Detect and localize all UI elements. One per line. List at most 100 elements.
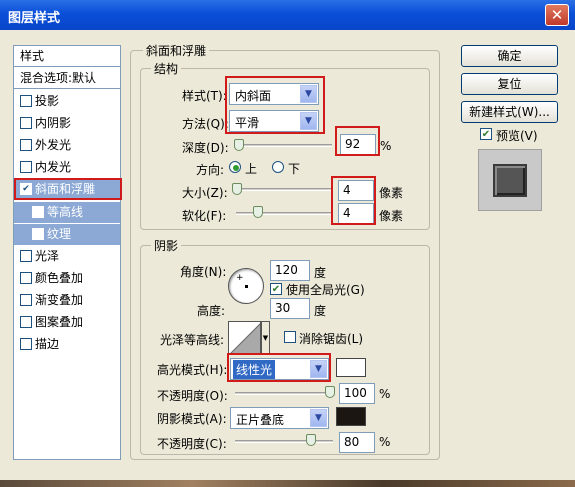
checkbox[interactable] xyxy=(20,249,32,262)
highlight-opacity-unit: % xyxy=(379,387,391,401)
style-item-texture[interactable]: 纹理 xyxy=(14,224,120,245)
crosshair-icon: + xyxy=(236,273,244,283)
angle-unit: 度 xyxy=(314,266,327,280)
contour-dropdown-arrow-icon[interactable]: ▼ xyxy=(261,321,270,354)
anti-alias-label: 消除锯齿(L) xyxy=(299,332,364,346)
size-soften-highlight xyxy=(331,176,376,225)
style-item-label: 颜色叠加 xyxy=(35,271,84,285)
shadow-opacity-slider-thumb[interactable] xyxy=(306,434,316,446)
close-icon: ✕ xyxy=(550,6,564,24)
gloss-contour-label: 光泽等高线: xyxy=(160,333,225,347)
style-item-label: 投影 xyxy=(35,94,60,108)
depth-unit: % xyxy=(380,139,392,153)
chevron-down-icon[interactable]: ▼ xyxy=(310,409,327,427)
highlight-mode-label: 高光模式(H): xyxy=(157,363,228,377)
preview-thumbnail xyxy=(493,164,527,197)
style-label: 样式(T): xyxy=(182,89,227,103)
angle-label: 角度(N): xyxy=(180,265,227,279)
shading-title: 阴影 xyxy=(151,237,182,254)
shadow-opacity-slider-track[interactable] xyxy=(235,440,333,443)
style-item-outer-glow[interactable]: 外发光 xyxy=(14,135,120,156)
direction-down-radio[interactable] xyxy=(272,161,284,173)
direction-label: 方向: xyxy=(196,163,225,177)
soften-slider-thumb[interactable] xyxy=(253,206,263,218)
checkbox[interactable] xyxy=(32,227,44,240)
soften-unit: 像素 xyxy=(379,209,404,223)
gloss-contour-preview[interactable] xyxy=(228,321,261,354)
style-item-label: 内发光 xyxy=(35,160,72,174)
style-item-drop-shadow[interactable]: 投影 xyxy=(14,91,120,112)
close-button[interactable]: ✕ xyxy=(545,4,569,26)
shadow-opacity-input[interactable]: 80 xyxy=(339,432,375,453)
direction-up-radio[interactable] xyxy=(229,161,241,173)
shadow-mode-dropdown[interactable]: 正片叠底 ▼ xyxy=(230,407,329,429)
preview-label: 预览(V) xyxy=(496,129,538,143)
style-item-gradient-overlay[interactable]: 渐变叠加 xyxy=(14,290,120,311)
style-item-inner-shadow[interactable]: 内阴影 xyxy=(14,113,120,134)
style-item-color-overlay[interactable]: 颜色叠加 xyxy=(14,268,120,289)
highlight-color-swatch[interactable] xyxy=(336,358,366,377)
shadow-mode-label: 阴影模式(A): xyxy=(157,412,227,426)
blend-options-item[interactable]: 混合选项:默认 xyxy=(14,68,120,89)
contour-curve-icon xyxy=(230,323,260,353)
size-label: 大小(Z): xyxy=(182,186,228,200)
checkbox[interactable] xyxy=(20,94,32,107)
checkbox[interactable] xyxy=(20,315,32,328)
soften-slider-track[interactable] xyxy=(236,212,332,215)
window-title: 图层样式 xyxy=(8,11,61,26)
style-item-pattern-overlay[interactable]: 图案叠加 xyxy=(14,312,120,333)
depth-slider-thumb[interactable] xyxy=(234,139,244,151)
style-item-inner-glow[interactable]: 内发光 xyxy=(14,157,120,178)
shadow-opacity-unit: % xyxy=(379,435,391,449)
shadow-mode-value: 正片叠底 xyxy=(236,413,285,427)
structure-title: 结构 xyxy=(151,60,182,77)
global-light-label: 使用全局光(G) xyxy=(286,283,365,297)
new-style-button[interactable]: 新建样式(W)... xyxy=(461,101,558,123)
angle-input[interactable]: 120 xyxy=(270,260,310,281)
style-item-label: 渐变叠加 xyxy=(35,293,84,307)
highlight-opacity-slider-track[interactable] xyxy=(235,392,333,395)
checkbox[interactable] xyxy=(20,337,32,350)
shadow-opacity-label: 不透明度(C): xyxy=(157,437,227,451)
checkbox[interactable] xyxy=(20,160,32,173)
size-slider-thumb[interactable] xyxy=(232,183,242,195)
depth-highlight xyxy=(335,126,380,156)
highlight-opacity-input[interactable]: 100 xyxy=(339,383,375,404)
size-slider-track[interactable] xyxy=(236,188,332,191)
altitude-unit: 度 xyxy=(314,304,327,318)
reset-button[interactable]: 复位 xyxy=(461,73,558,95)
style-item-stroke[interactable]: 描边 xyxy=(14,334,120,355)
style-item-contour[interactable]: 等高线 xyxy=(14,202,120,223)
background-strip xyxy=(0,480,575,487)
styles-list: 样式 混合选项:默认 投影 内阴影 外发光 内发光 ✔ 斜面和浮雕 等高线 纹理 … xyxy=(13,45,121,460)
style-item-label: 纹理 xyxy=(47,227,72,241)
style-item-label: 内阴影 xyxy=(35,116,72,130)
style-item-label: 图案叠加 xyxy=(35,315,84,329)
technique-label: 方法(Q): xyxy=(182,117,229,131)
checkbox[interactable] xyxy=(20,271,32,284)
style-preview xyxy=(478,149,542,211)
size-unit: 像素 xyxy=(379,186,404,200)
altitude-input[interactable]: 30 xyxy=(270,298,310,319)
style-item-label: 等高线 xyxy=(47,205,84,219)
style-item-satin[interactable]: 光泽 xyxy=(14,246,120,267)
title-bar xyxy=(0,0,575,30)
checkbox[interactable] xyxy=(20,116,32,129)
checkbox[interactable] xyxy=(20,138,32,151)
styles-header[interactable]: 样式 xyxy=(14,46,120,67)
shadow-color-swatch[interactable] xyxy=(336,407,366,426)
checkbox[interactable] xyxy=(20,293,32,306)
radio-selected-dot xyxy=(233,165,239,171)
highlight-opacity-slider-thumb[interactable] xyxy=(325,386,335,398)
ok-button[interactable]: 确定 xyxy=(461,45,558,67)
depth-slider-track[interactable] xyxy=(236,144,332,147)
direction-up-label: 上 xyxy=(245,162,258,176)
selected-item-highlight xyxy=(14,178,122,200)
angle-dial[interactable]: + xyxy=(228,268,264,304)
global-light-checkbox[interactable]: ✔ xyxy=(270,283,282,295)
bevel-emboss-title: 斜面和浮雕 xyxy=(143,42,210,59)
checkbox[interactable] xyxy=(32,205,44,218)
preview-checkbox[interactable]: ✔ xyxy=(480,128,492,140)
style-item-label: 光泽 xyxy=(35,249,60,263)
anti-alias-checkbox[interactable] xyxy=(284,331,296,343)
